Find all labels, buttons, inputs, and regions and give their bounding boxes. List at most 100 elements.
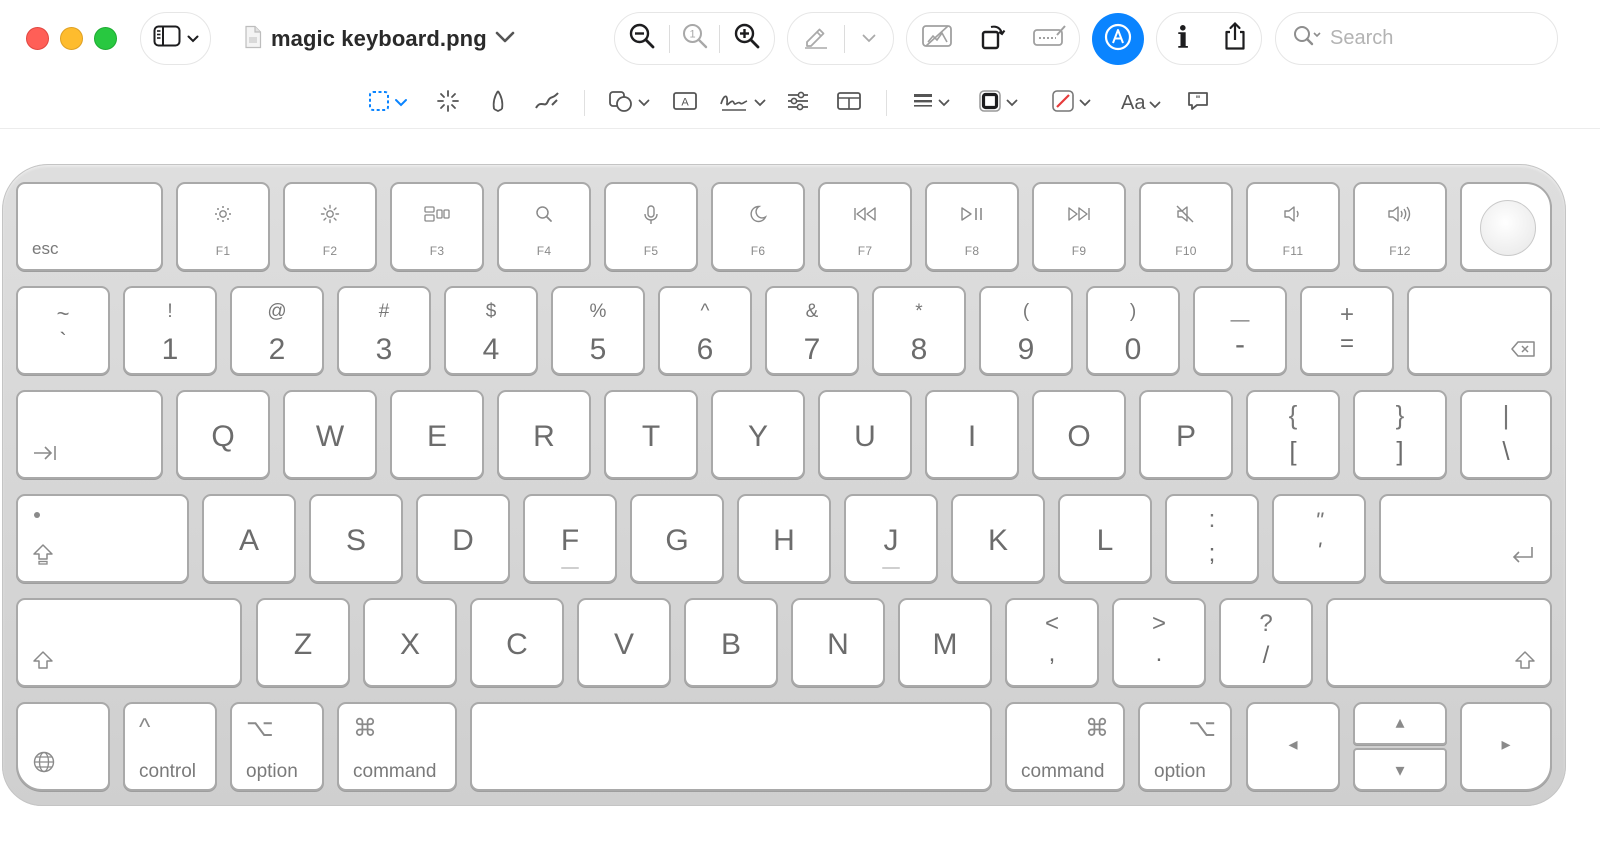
page-layout-button[interactable] xyxy=(836,88,862,118)
adjust-color-button[interactable] xyxy=(786,88,810,118)
brightness-up-icon xyxy=(285,204,375,224)
key-1: ! 1 xyxy=(123,286,217,375)
key-o: O xyxy=(1032,390,1126,479)
edit-group xyxy=(906,12,1080,65)
key-label-top: < xyxy=(1044,610,1059,637)
markup-toolbar: A Aa " xyxy=(0,80,1600,126)
spotlight-icon xyxy=(499,204,589,224)
key-h: H xyxy=(737,494,831,583)
key-f2: F2 xyxy=(283,182,377,271)
key-5: % 5 xyxy=(551,286,645,375)
key-label: F8 xyxy=(964,244,980,258)
key-8: * 8 xyxy=(872,286,966,375)
draw-tool-button[interactable] xyxy=(533,88,561,118)
zoom-window-button[interactable] xyxy=(94,27,117,50)
key-label: esc xyxy=(32,239,59,258)
mute-icon xyxy=(1141,204,1231,224)
key-label: F11 xyxy=(1282,244,1304,258)
document-title-menu[interactable]: magic keyboard.png xyxy=(243,22,515,56)
brightness-down-icon xyxy=(178,204,268,224)
key-f7: F7 xyxy=(818,182,912,271)
key-label-bottom: = xyxy=(1339,330,1354,357)
option-symbol: ⌥ xyxy=(1188,715,1216,742)
line-style-button[interactable] xyxy=(912,88,950,118)
key-arrow-up: ▴ xyxy=(1353,702,1447,745)
share-icon xyxy=(1222,21,1248,56)
key-p: P xyxy=(1139,390,1233,479)
text-style-button[interactable]: Aa xyxy=(1121,88,1161,118)
key-label-top: # xyxy=(378,301,390,322)
zoom-out-button[interactable] xyxy=(615,13,669,64)
key-label: F xyxy=(560,524,580,557)
key-left-option: ⌥ option xyxy=(230,702,324,791)
key-label-top: ~ xyxy=(56,301,70,326)
key-left-bracket: { [ xyxy=(1246,390,1340,479)
redact-icon xyxy=(1032,23,1068,54)
fill-color-button[interactable] xyxy=(1051,88,1091,118)
highlight-group xyxy=(787,12,894,65)
key-label-bottom: , xyxy=(1048,640,1056,667)
text-box-button[interactable]: A xyxy=(672,88,698,118)
key-label-bottom: 7 xyxy=(803,333,821,366)
key-backslash: | \ xyxy=(1460,390,1552,479)
touch-id-sensor xyxy=(1480,200,1536,256)
markup-toolbar-button[interactable] xyxy=(1092,13,1144,65)
sign-button[interactable] xyxy=(718,88,766,118)
chevron-down-icon xyxy=(187,30,199,48)
chevron-down-icon xyxy=(638,94,650,112)
minimize-window-button[interactable] xyxy=(60,27,83,50)
selection-tool-button[interactable] xyxy=(368,88,408,118)
redact-button[interactable] xyxy=(1021,13,1079,64)
key-x: X xyxy=(363,598,457,687)
highlight-button[interactable] xyxy=(788,13,844,64)
highlight-options-button[interactable] xyxy=(845,13,893,64)
info-icon: i xyxy=(1177,21,1189,56)
title-bar: magic keyboard.png 1 i Search xyxy=(0,0,1600,78)
chevron-down-icon xyxy=(394,94,408,112)
instant-alpha-button[interactable] xyxy=(436,88,460,118)
crop-button[interactable] xyxy=(907,13,967,64)
note-button[interactable]: " xyxy=(1186,88,1210,118)
share-button[interactable] xyxy=(1209,13,1261,64)
border-color-button[interactable] xyxy=(978,88,1018,118)
volume-down-icon xyxy=(1248,204,1338,224)
fill-color-icon xyxy=(1051,89,1075,118)
markup-icon xyxy=(1102,21,1134,58)
volume-up-icon xyxy=(1355,204,1445,224)
sidebar-toggle-button[interactable] xyxy=(140,12,211,65)
info-button[interactable]: i xyxy=(1157,13,1209,64)
key-label-bottom: 2 xyxy=(268,333,286,366)
zoom-in-button[interactable] xyxy=(720,13,774,64)
info-share-group: i xyxy=(1156,12,1262,65)
key-label-top: | xyxy=(1502,400,1510,430)
key-label-top: % xyxy=(589,301,607,322)
rotate-button[interactable] xyxy=(967,13,1021,64)
chevron-down-icon xyxy=(1079,94,1091,112)
zoom-out-icon xyxy=(628,22,656,55)
key-label: D xyxy=(452,524,474,557)
actual-size-button[interactable]: 1 xyxy=(670,13,720,64)
sketch-tool-button[interactable] xyxy=(487,88,509,118)
key-label: T xyxy=(641,420,661,453)
search-field[interactable] xyxy=(1275,12,1558,65)
text-style-label: Aa xyxy=(1121,91,1146,114)
command-symbol: ⌘ xyxy=(353,715,377,742)
chevron-down-icon xyxy=(495,30,515,48)
close-window-button[interactable] xyxy=(26,27,49,50)
key-label: F5 xyxy=(643,244,659,258)
key-period: > . xyxy=(1112,598,1206,687)
shapes-button[interactable] xyxy=(608,88,650,118)
key-label-bottom: 3 xyxy=(375,333,393,366)
key-label: S xyxy=(345,524,366,557)
rotate-icon xyxy=(980,21,1008,56)
key-label-bottom: 8 xyxy=(910,333,928,366)
search-input[interactable] xyxy=(1330,27,1510,50)
key-label-bottom: \ xyxy=(1502,436,1510,466)
keyboard-image: esc F1 F2 F3 F4 F5 F6 F7 F8 F9 F10 F11 F… xyxy=(2,164,1566,806)
key-f8: F8 xyxy=(925,182,1019,271)
key-label: M xyxy=(932,628,958,661)
key-arrow-left: ◂ xyxy=(1246,702,1340,791)
arrow-up-icon: ▴ xyxy=(1395,712,1405,732)
fast-forward-icon xyxy=(1034,204,1124,224)
key-label-bottom: ] xyxy=(1396,436,1404,466)
